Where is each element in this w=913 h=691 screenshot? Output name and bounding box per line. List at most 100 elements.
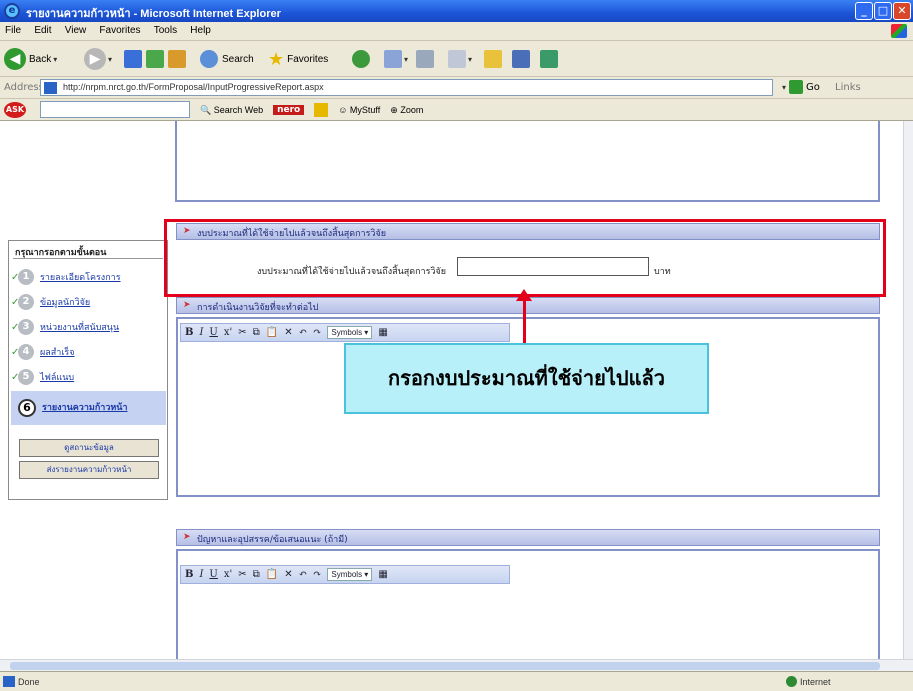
step-link[interactable]: ข้อมูลนักวิจัย [40, 295, 90, 309]
undo-icon[interactable]: ↶ [299, 569, 307, 580]
redo-icon[interactable]: ↷ [313, 569, 321, 580]
search-label: Search [222, 53, 254, 65]
sidebar-step-4[interactable]: ✓ 4 ผลสำเร็จ [11, 340, 166, 364]
windows-flag-icon [891, 24, 907, 38]
page-content: กรุณากรอกตามขั้นตอน ✓ 1 รายละเอียดโครงกา… [0, 121, 903, 659]
delete-icon[interactable]: ✕ [284, 569, 292, 580]
notebook-icon[interactable] [314, 103, 329, 117]
chevron-down-icon: ▾ [108, 54, 113, 64]
search-web-button[interactable]: 🔍 Search Web [200, 105, 263, 116]
plan-editor-toolbar: B I U x' ✂ ⧉ 📋 ✕ ↶ ↷ Symbols ▾ ▦ [180, 323, 510, 342]
underline-button[interactable]: U [209, 327, 217, 338]
bold-button[interactable]: B [185, 569, 193, 580]
links-button[interactable]: Links [835, 82, 861, 93]
bold-button[interactable]: B [185, 327, 193, 338]
vertical-scrollbar[interactable] [903, 121, 913, 659]
messenger-button[interactable] [540, 47, 558, 71]
minimize-button[interactable]: _ [855, 2, 873, 20]
previous-editor-area[interactable] [175, 121, 880, 202]
menu-tools[interactable]: Tools [149, 22, 182, 36]
home-icon [168, 50, 186, 68]
zoom-button[interactable]: ⊕ Zoom [390, 105, 423, 116]
address-input[interactable]: http://nrpm.nrct.go.th/FormProposal/Inpu… [40, 79, 773, 96]
history-button[interactable] [352, 47, 370, 71]
clear-format-icon[interactable]: x' [224, 569, 232, 580]
step-link[interactable]: หน่วยงานที่สนับสนุน [40, 320, 119, 334]
back-button[interactable]: ◀ Back ▾ [4, 47, 57, 71]
sidebar-step-1[interactable]: ✓ 1 รายละเอียดโครงการ [11, 265, 166, 289]
sidebar-step-3[interactable]: ✓ 3 หน่วยงานที่สนับสนุน [11, 315, 166, 339]
send-report-button[interactable]: ส่งรายงานความก้าวหน้า [19, 461, 159, 479]
symbols-select[interactable]: Symbols ▾ [327, 326, 373, 339]
status-text: Done [18, 677, 40, 687]
copy-icon[interactable]: ⧉ [253, 327, 260, 338]
research-button[interactable] [512, 47, 530, 71]
mail-button[interactable]: ▾ [384, 47, 408, 71]
undo-icon[interactable]: ↶ [299, 327, 307, 338]
forward-arrow-icon: ▶ [84, 48, 106, 70]
mystuff-button[interactable]: ☺ MyStuff [338, 105, 380, 115]
search-button[interactable]: Search [200, 47, 254, 71]
step-link[interactable]: รายงานความก้าวหน้า [42, 403, 128, 414]
sidebar-step-5[interactable]: ✓ 5 ไฟล์แนบ [11, 365, 166, 389]
italic-button[interactable]: I [199, 569, 203, 580]
arrow-bullet-icon: ➤ [183, 532, 191, 542]
arrow-bullet-icon: ➤ [183, 300, 191, 310]
copy-icon[interactable]: ⧉ [253, 569, 260, 580]
redo-icon[interactable]: ↷ [313, 327, 321, 338]
history-icon [352, 50, 370, 68]
go-arrow-icon [789, 80, 804, 94]
home-button[interactable] [168, 47, 186, 71]
go-button[interactable]: ▾ Go [780, 80, 820, 94]
problems-section-header: ➤ ปัญหาและอุปสรรค/ข้อเสนอแนะ (ถ้ามี) [176, 529, 880, 546]
back-arrow-icon: ◀ [4, 48, 26, 70]
edit-button[interactable]: ▾ [448, 47, 472, 71]
sidebar-step-6[interactable]: 6 รายงานความก้าวหน้า [11, 391, 166, 425]
status-button[interactable]: ดูสถานะข้อมูล [19, 439, 159, 457]
delete-icon[interactable]: ✕ [284, 327, 292, 338]
sidebar-step-2[interactable]: ✓ 2 ข้อมูลนักวิจัย [11, 290, 166, 314]
stop-button[interactable] [124, 47, 142, 71]
menu-view[interactable]: View [60, 22, 92, 36]
menu-favorites[interactable]: Favorites [94, 22, 145, 36]
cut-icon[interactable]: ✂ [238, 327, 246, 338]
chevron-down-icon: ▾ [782, 82, 787, 92]
title-bar: e รายงานความก้าวหน้า - Microsoft Interne… [0, 0, 913, 22]
table-icon[interactable]: ▦ [378, 327, 387, 338]
symbols-label: Symbols [331, 328, 363, 337]
stop-icon [124, 50, 142, 68]
clear-format-icon[interactable]: x' [224, 327, 232, 338]
back-label: Back [29, 53, 52, 65]
menu-help[interactable]: Help [185, 22, 216, 36]
refresh-button[interactable] [146, 47, 164, 71]
go-label: Go [806, 81, 820, 93]
folder-button[interactable] [484, 47, 502, 71]
nero-button[interactable]: nero [273, 105, 305, 115]
underline-button[interactable]: U [209, 569, 217, 580]
table-icon[interactable]: ▦ [378, 569, 387, 580]
problems-section-title: ปัญหาและอุปสรรค/ข้อเสนอแนะ (ถ้ามี) [197, 535, 348, 545]
menu-file[interactable]: File [0, 22, 26, 36]
step-link[interactable]: รายละเอียดโครงการ [40, 270, 121, 284]
close-button[interactable]: ✕ [893, 2, 911, 20]
menu-edit[interactable]: Edit [29, 22, 56, 36]
forward-button[interactable]: ▶ ▾ [84, 47, 112, 71]
print-button[interactable] [416, 47, 434, 71]
paste-icon[interactable]: 📋 [266, 327, 278, 338]
zoom-label: Zoom [400, 104, 424, 115]
cut-icon[interactable]: ✂ [238, 569, 246, 580]
scrollbar-thumb[interactable] [10, 662, 880, 670]
maximize-button[interactable]: □ [874, 2, 892, 20]
search-toolbar: ASK 🔍 Search Web nero ☺ MyStuff ⊕ Zoom [0, 99, 913, 121]
italic-button[interactable]: I [199, 327, 203, 338]
step-link[interactable]: ไฟล์แนบ [40, 370, 74, 384]
address-url: http://nrpm.nrct.go.th/FormProposal/Inpu… [63, 82, 324, 92]
symbols-select[interactable]: Symbols ▾ [327, 568, 373, 581]
favorites-button[interactable]: ★ Favorites [268, 47, 328, 71]
step-number-icon: 1 [18, 269, 34, 285]
toolbar-search-input[interactable] [40, 101, 190, 118]
problems-editor[interactable]: B I U x' ✂ ⧉ 📋 ✕ ↶ ↷ Symbols ▾ ▦ [176, 549, 880, 659]
step-link[interactable]: ผลสำเร็จ [40, 345, 75, 359]
paste-icon[interactable]: 📋 [266, 569, 278, 580]
horizontal-scrollbar[interactable] [0, 659, 913, 671]
